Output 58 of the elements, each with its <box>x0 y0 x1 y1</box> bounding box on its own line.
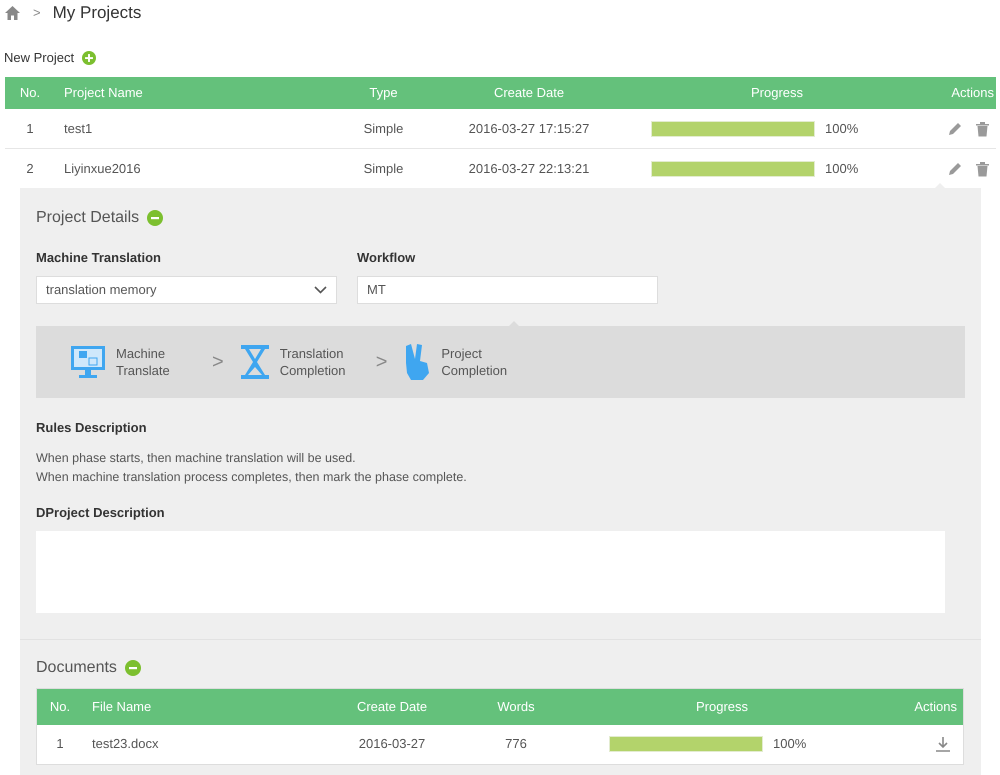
table-cell-text: Liyinxue2016 <box>63 160 142 178</box>
step-separator: > <box>376 350 388 374</box>
progress-percent: 100% <box>825 120 858 138</box>
section-title: Project Details <box>36 208 140 228</box>
column-header: Progress <box>750 84 804 102</box>
table-cell-text: Simple <box>362 120 404 138</box>
table-cell-text: test23.docx <box>91 735 160 754</box>
breadcrumb-separator: > <box>33 4 41 22</box>
field-label: Machine Translation <box>36 249 162 267</box>
field-label: DProject Description <box>36 504 166 522</box>
step-label: Machine Translate <box>116 344 171 378</box>
monitor-icon <box>70 344 106 380</box>
rule-text: When phase starts, then machine translation will be used. <box>36 450 357 467</box>
table-cell-text: 2016-03-27 17:15:27 <box>468 120 590 138</box>
progress-percent: 100% <box>773 735 806 754</box>
new-project-label: New Project <box>4 49 74 68</box>
table-cell-text: 1 <box>55 735 65 754</box>
column-header: Progress <box>694 698 750 716</box>
table-cell-text: 1 <box>25 120 35 138</box>
pencil-icon[interactable] <box>947 160 963 176</box>
pencil-icon[interactable] <box>947 120 963 136</box>
rule-text: When machine translation process completes, then mark the phase complete. <box>36 469 468 486</box>
table-cell-text: 2016-03-27 <box>358 735 426 754</box>
column-header: File Name <box>91 698 152 716</box>
table-cell-text: 2016-03-27 22:13:21 <box>468 160 590 178</box>
field-label: Workflow <box>357 249 416 267</box>
workflow-field[interactable]: MT <box>357 276 658 304</box>
column-header: Actions <box>913 698 958 716</box>
collapse-icon[interactable] <box>124 660 141 676</box>
column-header: Words <box>496 698 536 716</box>
table-cell-text: 776 <box>504 735 528 754</box>
table-cell-text: 2 <box>25 160 35 178</box>
table-cell-text: Simple <box>362 160 404 178</box>
section-title: Documents <box>36 658 117 678</box>
progress-percent: 100% <box>825 160 858 178</box>
chevron-down-icon <box>314 286 327 294</box>
column-header: Actions <box>950 84 995 102</box>
victory-hand-icon <box>403 342 432 380</box>
column-header: Type <box>368 84 399 102</box>
step-label: Translation Completion <box>280 344 346 378</box>
step-separator: > <box>212 350 224 374</box>
hourglass-icon <box>240 344 270 380</box>
column-header: No. <box>48 698 72 716</box>
home-icon[interactable] <box>4 5 21 21</box>
add-icon[interactable] <box>82 51 96 65</box>
column-header: Create Date <box>356 698 428 716</box>
column-header: No. <box>18 84 42 102</box>
machine-translation-select[interactable]: translation memory <box>36 276 337 304</box>
column-header: Project Name <box>63 84 144 102</box>
column-header: Create Date <box>492 84 566 102</box>
download-icon[interactable] <box>935 736 951 752</box>
page-title: My Projects <box>52 2 142 24</box>
table-cell-text: test1 <box>63 120 94 138</box>
step-label: Project Completion <box>441 344 508 378</box>
trash-icon[interactable] <box>975 120 990 136</box>
trash-icon[interactable] <box>975 160 990 176</box>
collapse-icon[interactable] <box>147 210 164 226</box>
field-label: Rules Description <box>36 418 148 437</box>
